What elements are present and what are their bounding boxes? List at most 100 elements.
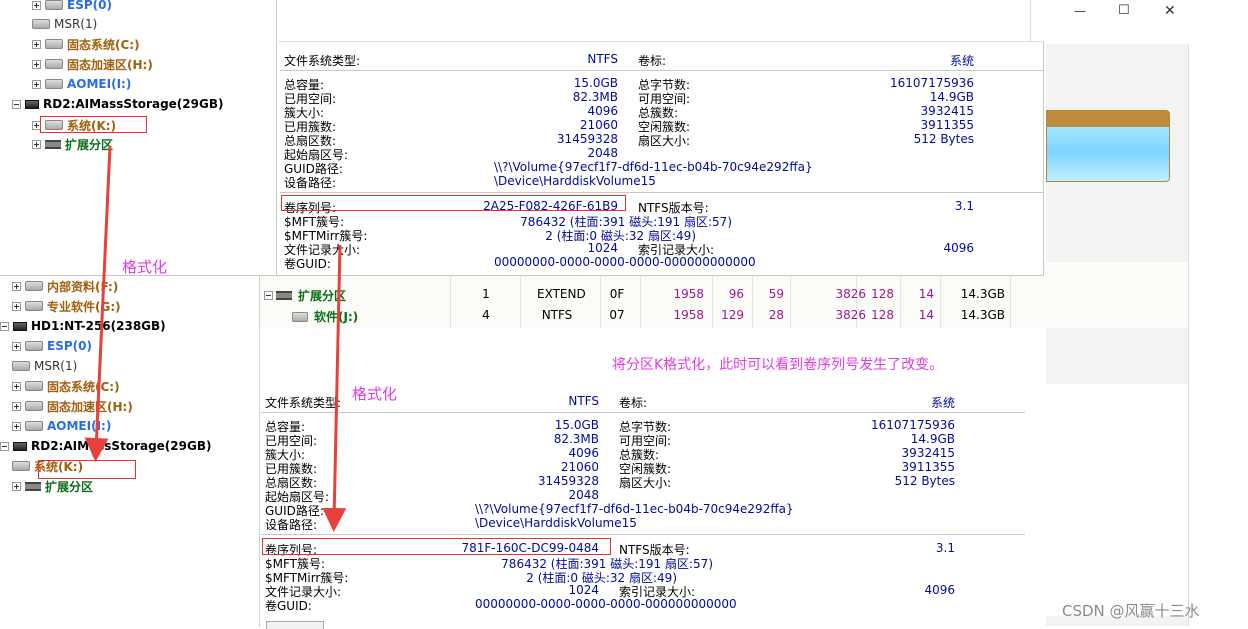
tree-partition[interactable]: ESP(0) [12,336,92,356]
tree-partition[interactable]: MSR(1) [12,356,77,376]
volume-label-label: 卷标: [638,54,667,68]
tree-partition[interactable]: 固态系统(C:) [12,376,120,396]
index-record-size-value: 4096 [924,583,955,597]
info-value: 2048 [587,146,618,160]
collapse-icon[interactable] [0,321,9,331]
guid-path-value: \\?\Volume{97ecf1f7-df6d-11ec-b04b-70c94… [475,502,794,516]
volume-guid-label: 卷GUID: [284,257,331,271]
maximize-button[interactable]: ☐ [1118,3,1130,18]
expand-icon[interactable] [12,381,21,391]
partition-icon [45,59,63,69]
window-edge [1188,44,1189,626]
info-value: 512 Bytes [894,474,955,488]
tree-item-label: RD2:AIMassStorage(29GB) [43,97,224,111]
tree-partition[interactable]: 固态系统(C:) [32,34,140,54]
info-key: 扇区大小: [619,476,672,490]
tree-partition[interactable]: AOMEI(I:) [12,416,111,436]
table-cell-name: 扩展分区 [298,289,347,303]
volume-guid-value: 00000000-0000-0000-0000-000000000000 [475,597,737,611]
tree-disk[interactable]: RD2:AIMassStorage(29GB) [12,94,223,114]
expand-icon[interactable] [32,39,41,49]
tree-partition[interactable]: ESP(0) [32,0,112,15]
note-annotation: 将分区K格式化，此时可以看到卷序列号发生了改变。 [612,357,944,373]
volume-label-label: 卷标: [619,396,648,410]
tree-item-label: AOMEI(I:) [47,419,112,433]
info-value: 31459328 [556,132,618,146]
disk-map-bar[interactable] [1046,110,1170,182]
expand-icon[interactable] [32,0,41,10]
expand-icon[interactable] [32,59,41,69]
tree-partition[interactable]: 扩展分区 [12,476,93,496]
table-cell-s1: 59 [768,287,784,301]
info-value: 82.3MB [572,90,618,104]
table-cell-seq: 1 [482,287,490,301]
partition-icon [25,341,43,351]
table-cell-s1: 28 [768,308,784,322]
expand-icon[interactable] [32,139,41,149]
tree-partition[interactable]: 固态加速区(H:) [32,54,153,74]
partition-icon [12,361,30,371]
minimize-button[interactable]: — [1074,4,1086,18]
tree-partition[interactable]: 专业软件(G:) [12,296,121,316]
overlay-top-empty [278,0,1044,42]
expand-icon[interactable] [32,79,41,89]
partition-icon [45,39,63,49]
collapse-icon[interactable] [264,291,273,300]
table-cell-seq: 4 [482,308,490,322]
table-cell-id: 07 [609,308,625,322]
volume-info-after [260,384,1188,616]
tree-partition[interactable]: 扩展分区 [32,134,113,154]
extended-partition-icon [45,139,61,149]
device-path-value: \Device\HarddiskVolume15 [494,174,656,188]
tree-item-label: RD2:AIMassStorage(29GB) [31,439,212,453]
table-cell-c2: 3826 [835,308,866,322]
expand-icon[interactable] [12,481,21,491]
collapse-icon[interactable] [12,99,21,109]
volume-guid-value: 00000000-0000-0000-0000-000000000000 [494,255,756,269]
table-cell-h2: 128 [871,308,894,322]
fs-type-value: NTFS [587,52,618,66]
tree-partition[interactable]: MSR(1) [32,14,97,34]
expand-icon[interactable] [12,421,21,431]
tree-item-label: 专业软件(G:) [47,299,121,314]
expand-icon[interactable] [12,281,21,291]
volume-guid-label: 卷GUID: [265,599,312,613]
tree-disk[interactable]: HD1:NT-256(238GB) [0,316,166,336]
collapse-icon[interactable] [0,441,9,451]
index-record-size-value: 4096 [943,241,974,255]
tree-item-label: 扩展分区 [65,137,114,152]
info-separator [280,192,1044,193]
expand-icon[interactable] [12,341,21,351]
expand-icon[interactable] [12,301,21,311]
table-row[interactable] [260,286,1188,306]
table-cell-c1: 1958 [673,308,704,322]
partition-icon [25,301,43,311]
device-path-value: \Device\HarddiskVolume15 [475,516,637,530]
partition-icon [25,421,43,431]
info-value: 512 Bytes [913,132,974,146]
info-value: 3932415 [901,446,955,460]
volume-label-value: 系统 [949,54,974,68]
expand-icon[interactable] [12,401,21,411]
info-value: 4096 [587,104,618,118]
partition-icon [45,0,63,10]
info-value: 15.0GB [573,76,618,90]
highlight-serial-after [262,538,611,555]
format-annotation-left: 格式化 [122,258,168,276]
tree-disk[interactable]: RD2:AIMassStorage(29GB) [0,436,211,456]
tree-item-label: 固态系统(C:) [67,37,140,52]
file-record-size-value: 1024 [587,241,618,255]
tree-item-label: MSR(1) [34,359,78,373]
tree-partition[interactable]: 固态加速区(H:) [12,396,133,416]
info-separator [280,70,1044,71]
info-separator [261,534,1025,535]
info-key: 扇区大小: [638,134,691,148]
tree-partition[interactable]: 内部资料(F:) [12,276,118,296]
info-value: 2048 [568,488,599,502]
partition-icon [25,381,43,391]
tree-partition[interactable]: AOMEI(I:) [32,74,131,94]
close-button[interactable]: ✕ [1164,3,1176,19]
info-value: 82.3MB [553,432,599,446]
guid-path-value: \\?\Volume{97ecf1f7-df6d-11ec-b04b-70c94… [494,160,813,174]
scroll-stub[interactable] [266,621,324,629]
